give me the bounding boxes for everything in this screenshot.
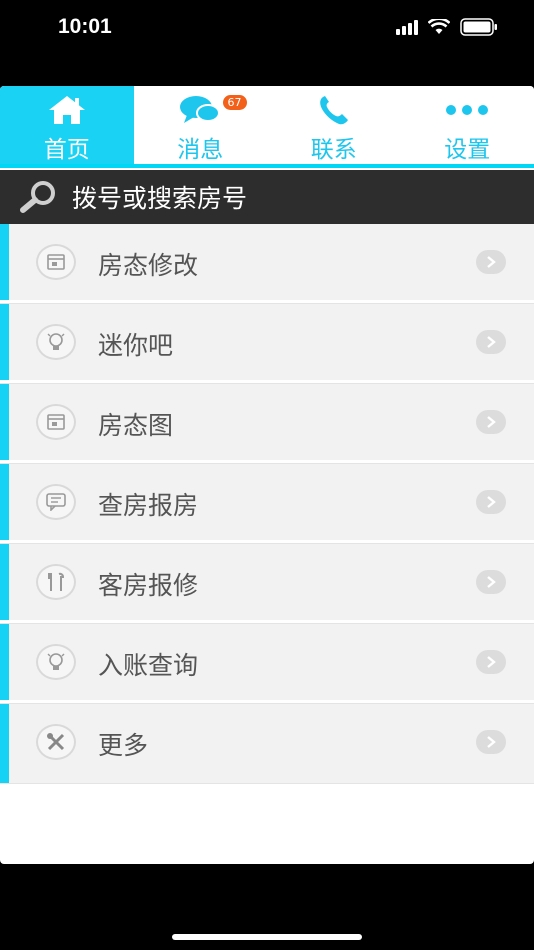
status-bar: 10:01 bbox=[0, 0, 534, 60]
menu-item-label: 更多 bbox=[98, 731, 149, 760]
room-card-icon bbox=[36, 404, 76, 440]
menu-item-label: 房态图 bbox=[98, 411, 174, 440]
tab-home-label: 首页 bbox=[43, 137, 90, 163]
chevron-right-icon bbox=[476, 410, 506, 434]
tab-contact[interactable]: 联系 bbox=[267, 86, 401, 164]
menu-item-room-status-edit[interactable]: 房态修改 bbox=[0, 224, 534, 304]
search-input[interactable]: 拨号或搜索房号 bbox=[72, 179, 247, 215]
chevron-right-icon bbox=[476, 330, 506, 354]
menu-item-billing-query[interactable]: 入账查询 bbox=[0, 624, 534, 704]
wrench-icon bbox=[36, 724, 76, 760]
phone-icon bbox=[317, 94, 351, 126]
menu-item-room-check[interactable]: 查房报房 bbox=[0, 464, 534, 544]
chevron-right-icon bbox=[476, 490, 506, 514]
search-icon bbox=[18, 180, 58, 214]
more-dots-icon bbox=[445, 94, 489, 126]
status-time: 10:01 bbox=[58, 15, 112, 38]
chevron-right-icon bbox=[476, 650, 506, 674]
item-accent-stripe bbox=[0, 624, 9, 703]
menu-item-label: 入账查询 bbox=[98, 651, 199, 680]
message-icon bbox=[36, 484, 76, 520]
home-icon bbox=[47, 94, 87, 126]
menu-item-repair[interactable]: 客房报修 bbox=[0, 544, 534, 624]
chevron-right-icon bbox=[476, 250, 506, 274]
menu-item-label: 查房报房 bbox=[98, 491, 199, 520]
tools-icon bbox=[36, 564, 76, 600]
status-icons bbox=[396, 18, 498, 36]
item-accent-stripe bbox=[0, 304, 9, 383]
tab-settings-label: 设置 bbox=[444, 137, 491, 163]
lightbulb-icon bbox=[36, 324, 76, 360]
tab-messages-label: 消息 bbox=[177, 137, 224, 163]
app-window: 首页 消息 67 联系 设置 拨号或搜索房号 房态修改 迷你吧 房态图 查房报房… bbox=[0, 86, 534, 864]
item-accent-stripe bbox=[0, 544, 9, 623]
menu-item-label: 房态修改 bbox=[98, 251, 199, 280]
chevron-right-icon bbox=[476, 570, 506, 594]
chevron-right-icon bbox=[476, 730, 506, 754]
item-accent-stripe bbox=[0, 384, 9, 463]
unread-badge: 67 bbox=[221, 94, 248, 111]
menu-item-label: 客房报修 bbox=[98, 571, 199, 600]
menu-item-more[interactable]: 更多 bbox=[0, 704, 534, 784]
home-indicator[interactable] bbox=[172, 934, 362, 940]
tab-bar: 首页 消息 67 联系 设置 bbox=[0, 86, 534, 168]
room-card-icon bbox=[36, 244, 76, 280]
menu-list: 房态修改 迷你吧 房态图 查房报房 客房报修 入账查询 更多 bbox=[0, 224, 534, 784]
menu-item-room-status-map[interactable]: 房态图 bbox=[0, 384, 534, 464]
lightbulb-icon bbox=[36, 644, 76, 680]
tab-messages[interactable]: 消息 67 bbox=[134, 86, 268, 164]
menu-item-minibar[interactable]: 迷你吧 bbox=[0, 304, 534, 384]
search-bar[interactable]: 拨号或搜索房号 bbox=[0, 170, 534, 224]
wifi-icon bbox=[428, 19, 450, 34]
menu-item-label: 迷你吧 bbox=[98, 331, 174, 360]
item-accent-stripe bbox=[0, 224, 9, 303]
cellular-signal-icon bbox=[396, 19, 418, 35]
tab-home[interactable]: 首页 bbox=[0, 86, 134, 164]
item-accent-stripe bbox=[0, 704, 9, 783]
item-accent-stripe bbox=[0, 464, 9, 543]
battery-icon bbox=[460, 18, 497, 36]
tab-settings[interactable]: 设置 bbox=[401, 86, 534, 164]
chat-bubbles-icon bbox=[179, 94, 221, 126]
tab-contact-label: 联系 bbox=[310, 137, 357, 163]
